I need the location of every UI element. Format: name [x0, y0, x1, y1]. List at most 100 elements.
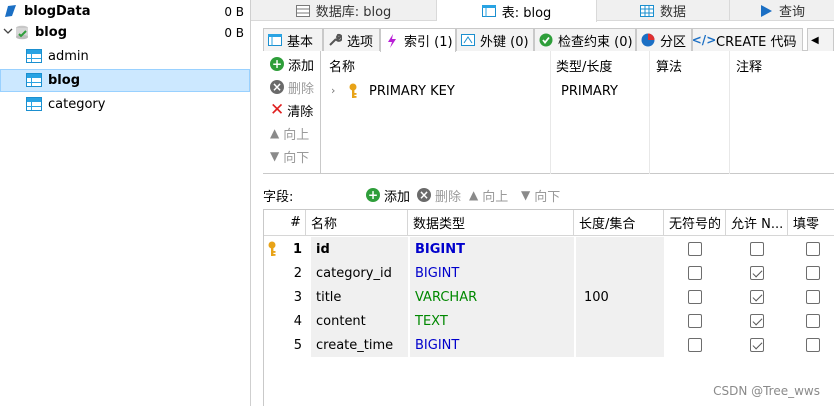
move-down-index-button[interactable]: ▼ 向下 — [270, 147, 310, 166]
cell-name[interactable]: create_time — [311, 333, 408, 357]
table-icon — [26, 49, 42, 63]
tab-database[interactable]: 数据库: blog — [251, 0, 437, 21]
cell-unsigned — [664, 333, 726, 357]
tree-item-label: category — [48, 97, 106, 112]
move-up-field-button[interactable]: ▲ 向上 — [469, 186, 508, 205]
index-header-comment: 注释 — [736, 60, 763, 75]
tab-foreign-keys[interactable]: 外键 (0) — [456, 28, 534, 51]
cell-length[interactable] — [576, 261, 664, 285]
cell-datatype[interactable]: BIGINT — [410, 333, 574, 357]
cell-name[interactable]: category_id — [311, 261, 408, 285]
move-up-index-button[interactable]: ▲ 向上 — [270, 124, 310, 143]
foreign-key-icon — [461, 33, 475, 47]
tree-item-category[interactable]: category — [0, 93, 250, 116]
zerofill-checkbox[interactable] — [806, 266, 820, 280]
cell-length[interactable] — [576, 333, 664, 357]
tree-item-label: blogData — [24, 4, 91, 19]
add-index-button[interactable]: + 添加 — [270, 55, 314, 74]
tab-query[interactable]: 查询 — [730, 0, 834, 21]
tree-item-label: admin — [48, 49, 89, 64]
table-row[interactable]: 2 category_id BIGINT — [264, 261, 834, 285]
cell-datatype[interactable]: TEXT — [410, 309, 574, 333]
tab-partitions[interactable]: 分区 — [636, 28, 692, 51]
tree-item-blog-db[interactable]: blog 0 B — [0, 21, 250, 44]
button-label: 向下 — [283, 150, 310, 166]
table-icon — [26, 73, 42, 87]
tab-table[interactable]: 表: blog — [437, 0, 597, 22]
x-circle-icon: × — [270, 80, 284, 94]
cell-length[interactable] — [576, 237, 664, 261]
unsigned-checkbox[interactable] — [688, 338, 702, 352]
add-field-button[interactable]: + 添加 — [366, 186, 410, 205]
tab-data[interactable]: 数据 — [597, 0, 730, 21]
table-row[interactable]: 5 create_time BIGINT — [264, 333, 834, 357]
allow-null-checkbox[interactable] — [750, 290, 764, 304]
play-icon — [759, 4, 773, 17]
fields-toolbar: 字段: + 添加 × 删除 ▲ 向上 ▼ 向下 — [263, 183, 834, 207]
chevron-down-icon[interactable] — [3, 25, 13, 37]
header-num[interactable]: # — [264, 210, 306, 236]
allow-null-checkbox[interactable] — [750, 338, 764, 352]
button-label: 删除 — [435, 189, 462, 205]
allow-null-checkbox[interactable] — [750, 242, 764, 256]
chevron-right-icon[interactable]: › — [331, 84, 335, 97]
cell-datatype[interactable]: BIGINT — [410, 261, 574, 285]
zerofill-checkbox[interactable] — [806, 338, 820, 352]
column-divider — [649, 51, 650, 174]
column-divider — [729, 51, 730, 174]
tab-check-constraints[interactable]: 检查约束 (0) — [534, 28, 636, 51]
index-grid: 名称 类型/长度 算法 注释 › PRIMARY KEY PRIMARY — [322, 51, 834, 174]
table-row[interactable]: 3 title VARCHAR 100 — [264, 285, 834, 309]
allow-null-checkbox[interactable] — [750, 266, 764, 280]
zerofill-checkbox[interactable] — [806, 314, 820, 328]
header-length[interactable]: 长度/集合 — [574, 210, 664, 236]
tab-label: 数据 — [659, 5, 686, 20]
tree-item-size: 0 B — [224, 25, 244, 40]
delete-index-button[interactable]: × 删除 — [270, 78, 315, 97]
table-row[interactable]: 4 content TEXT — [264, 309, 834, 333]
delete-field-button[interactable]: × 删除 — [417, 186, 461, 205]
tree-item-admin[interactable]: admin — [0, 45, 250, 68]
tab-basic[interactable]: 基本 — [263, 28, 323, 51]
move-down-field-button[interactable]: ▼ 向下 — [521, 186, 560, 205]
tab-create-code[interactable]: </> CREATE 代码 — [692, 28, 803, 51]
allow-null-checkbox[interactable] — [750, 314, 764, 328]
header-unsigned[interactable]: 无符号的 — [664, 210, 726, 236]
unsigned-checkbox[interactable] — [688, 290, 702, 304]
cell-datatype[interactable]: BIGINT — [410, 237, 574, 261]
cell-unsigned — [664, 309, 726, 333]
table-tab-icon — [481, 5, 496, 17]
cell-name[interactable]: id — [311, 237, 408, 261]
header-datatype[interactable]: 数据类型 — [408, 210, 574, 236]
index-row[interactable]: › PRIMARY KEY PRIMARY — [322, 81, 742, 101]
table-row[interactable]: 1 id BIGINT — [264, 237, 834, 261]
x-circle-icon: × — [417, 188, 431, 202]
cell-length[interactable]: 100 — [576, 285, 664, 309]
cell-name[interactable]: title — [311, 285, 408, 309]
unsigned-checkbox[interactable] — [688, 242, 702, 256]
tab-label: 数据库: blog — [315, 5, 392, 20]
tab-indexes[interactable]: 索引 (1) — [380, 28, 456, 52]
tab-label: 外键 (0) — [480, 34, 529, 50]
tree-item-blogData[interactable]: blogData 0 B — [0, 0, 250, 23]
header-zerofill[interactable]: 填零 — [788, 210, 834, 236]
zerofill-checkbox[interactable] — [806, 242, 820, 256]
cell-name[interactable]: content — [311, 309, 408, 333]
cell-length[interactable] — [576, 309, 664, 333]
unsigned-checkbox[interactable] — [688, 266, 702, 280]
button-label: 向上 — [283, 127, 310, 143]
cell-num: 4 — [293, 313, 302, 329]
tab-options[interactable]: 选项 — [323, 28, 380, 51]
tree-item-blog-table[interactable]: blog — [0, 69, 250, 92]
cell-datatype[interactable]: VARCHAR — [410, 285, 574, 309]
button-label: 删除 — [288, 81, 315, 97]
zerofill-checkbox[interactable] — [806, 290, 820, 304]
plus-circle-icon: + — [270, 57, 284, 71]
header-name[interactable]: 名称 — [306, 210, 408, 236]
cell-num: 1 — [292, 241, 302, 257]
fields-grid: # 名称 数据类型 长度/集合 无符号的 允许 N... 填零 1 id BIGIN… — [263, 209, 834, 406]
tab-scroll-button[interactable]: ◀ — [807, 28, 834, 51]
header-allow-null[interactable]: 允许 N... — [726, 210, 788, 236]
unsigned-checkbox[interactable] — [688, 314, 702, 328]
clear-index-button[interactable]: ✕ 清除 — [270, 101, 313, 120]
